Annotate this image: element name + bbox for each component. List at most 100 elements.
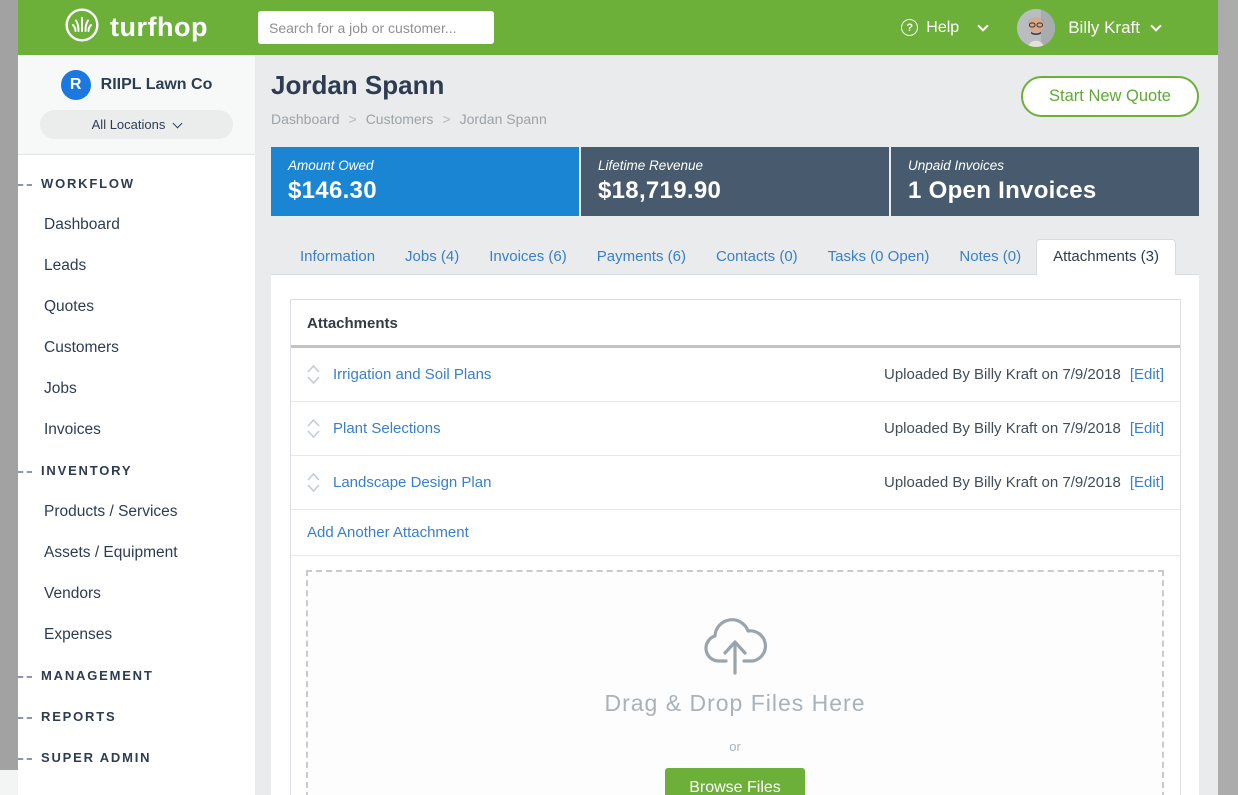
stats-bar: Amount Owed $146.30 Lifetime Revenue $18… bbox=[271, 147, 1199, 216]
nav-section-reports[interactable]: REPORTS bbox=[18, 696, 255, 737]
attachment-row: Landscape Design Plan Uploaded By Billy … bbox=[291, 456, 1180, 510]
attachment-row: Irrigation and Soil Plans Uploaded By Bi… bbox=[291, 348, 1180, 402]
attachment-row: Plant Selections Uploaded By Billy Kraft… bbox=[291, 402, 1180, 456]
nav-section-label: MANAGEMENT bbox=[41, 668, 154, 683]
sidebar-item-quotes[interactable]: Quotes bbox=[18, 286, 255, 327]
nav-section-inventory[interactable]: INVENTORY bbox=[18, 450, 255, 491]
dropzone-or-label: or bbox=[729, 739, 741, 754]
tab-notes[interactable]: Notes (0) bbox=[944, 241, 1036, 274]
tab-tasks[interactable]: Tasks (0 Open) bbox=[813, 241, 945, 274]
reorder-controls bbox=[307, 473, 320, 492]
attachment-link[interactable]: Plant Selections bbox=[333, 420, 441, 437]
sidebar-nav: WORKFLOW Dashboard Leads Quotes Customer… bbox=[18, 155, 255, 778]
sidebar-item-products-services[interactable]: Products / Services bbox=[18, 491, 255, 532]
nav-section-label: REPORTS bbox=[41, 709, 116, 724]
upload-cloud-icon bbox=[696, 615, 774, 680]
edit-link[interactable]: [Edit] bbox=[1130, 366, 1164, 383]
stat-label: Unpaid Invoices bbox=[908, 158, 1182, 173]
main-content: Jordan Spann Dashboard > Customers > Jor… bbox=[255, 55, 1218, 795]
nav-section-label: INVENTORY bbox=[41, 463, 132, 478]
nav-section-workflow[interactable]: WORKFLOW bbox=[18, 163, 255, 204]
page-header: Jordan Spann Dashboard > Customers > Jor… bbox=[271, 55, 1199, 147]
sidebar-item-vendors[interactable]: Vendors bbox=[18, 573, 255, 614]
turfhop-logo-icon bbox=[64, 7, 100, 48]
help-icon: ? bbox=[901, 19, 918, 36]
window-edge-left-bottom bbox=[0, 770, 18, 795]
chevron-down-icon[interactable] bbox=[1150, 20, 1161, 31]
attachments-card-title: Attachments bbox=[291, 300, 1180, 348]
company-name: RIIPL Lawn Co bbox=[101, 76, 213, 94]
tab-information[interactable]: Information bbox=[285, 241, 390, 274]
reorder-controls bbox=[307, 419, 320, 438]
stat-label: Amount Owed bbox=[288, 158, 562, 173]
tab-bar: Information Jobs (4) Invoices (6) Paymen… bbox=[271, 239, 1199, 274]
start-new-quote-button[interactable]: Start New Quote bbox=[1021, 76, 1199, 117]
breadcrumb-current: Jordan Spann bbox=[460, 111, 547, 127]
tab-attachments[interactable]: Attachments (3) bbox=[1036, 239, 1176, 275]
stat-label: Lifetime Revenue bbox=[598, 158, 872, 173]
file-dropzone[interactable]: Drag & Drop Files Here or Browse Files bbox=[306, 570, 1164, 795]
stat-value: $18,719.90 bbox=[598, 177, 872, 205]
stat-amount-owed: Amount Owed $146.30 bbox=[271, 147, 579, 216]
avatar[interactable] bbox=[1017, 9, 1055, 47]
scrollbar-track[interactable] bbox=[1218, 0, 1238, 795]
dash-icon bbox=[18, 758, 32, 760]
chevron-up-icon[interactable] bbox=[307, 419, 320, 427]
brand[interactable]: turfhop bbox=[64, 7, 249, 48]
user-name[interactable]: Billy Kraft bbox=[1068, 18, 1140, 38]
chevron-down-icon[interactable] bbox=[307, 484, 320, 492]
uploaded-by-text: Uploaded By Billy Kraft on 7/9/2018 bbox=[884, 420, 1121, 437]
help-label: Help bbox=[926, 19, 959, 37]
brand-name: turfhop bbox=[110, 12, 208, 43]
dropzone-title: Drag & Drop Files Here bbox=[604, 690, 865, 717]
dash-icon bbox=[18, 184, 32, 186]
attachment-link[interactable]: Irrigation and Soil Plans bbox=[333, 366, 491, 383]
sidebar-item-leads[interactable]: Leads bbox=[18, 245, 255, 286]
sidebar-item-invoices[interactable]: Invoices bbox=[18, 409, 255, 450]
sidebar-item-expenses[interactable]: Expenses bbox=[18, 614, 255, 655]
edit-link[interactable]: [Edit] bbox=[1130, 420, 1164, 437]
breadcrumb-dashboard[interactable]: Dashboard bbox=[271, 111, 340, 127]
tab-payments[interactable]: Payments (6) bbox=[582, 241, 701, 274]
nav-section-super-admin[interactable]: SUPER ADMIN bbox=[18, 737, 255, 778]
browse-files-button[interactable]: Browse Files bbox=[665, 768, 805, 795]
tab-jobs[interactable]: Jobs (4) bbox=[390, 241, 474, 274]
sidebar-item-customers[interactable]: Customers bbox=[18, 327, 255, 368]
chevron-down-icon[interactable] bbox=[307, 376, 320, 384]
company-row[interactable]: R RIIPL Lawn Co bbox=[61, 70, 213, 100]
locations-label: All Locations bbox=[92, 117, 166, 132]
tab-contacts[interactable]: Contacts (0) bbox=[701, 241, 813, 274]
chevron-up-icon[interactable] bbox=[307, 473, 320, 481]
edit-link[interactable]: [Edit] bbox=[1130, 474, 1164, 491]
stat-unpaid-invoices: Unpaid Invoices 1 Open Invoices bbox=[891, 147, 1199, 216]
uploaded-by-text: Uploaded By Billy Kraft on 7/9/2018 bbox=[884, 366, 1121, 383]
tab-invoices[interactable]: Invoices (6) bbox=[474, 241, 582, 274]
tab-panel: Attachments Irrigation and Soil Plans Up… bbox=[271, 274, 1199, 795]
sidebar-item-assets-equipment[interactable]: Assets / Equipment bbox=[18, 532, 255, 573]
stat-value: $146.30 bbox=[288, 177, 562, 205]
chevron-down-icon[interactable] bbox=[307, 430, 320, 438]
sidebar-item-dashboard[interactable]: Dashboard bbox=[18, 204, 255, 245]
dash-icon bbox=[18, 676, 32, 678]
nav-section-management[interactable]: MANAGEMENT bbox=[18, 655, 255, 696]
attachments-card: Attachments Irrigation and Soil Plans Up… bbox=[290, 299, 1181, 795]
chevron-up-icon[interactable] bbox=[307, 365, 320, 373]
global-search bbox=[258, 11, 494, 44]
nav-section-label: WORKFLOW bbox=[41, 176, 135, 191]
dash-icon bbox=[18, 717, 32, 719]
locations-dropdown[interactable]: All Locations bbox=[40, 110, 233, 139]
sidebar-item-jobs[interactable]: Jobs bbox=[18, 368, 255, 409]
sidebar: R RIIPL Lawn Co All Locations WORKFLOW D… bbox=[18, 55, 255, 795]
window-edge-left bbox=[0, 0, 18, 770]
nav-section-label: SUPER ADMIN bbox=[41, 750, 151, 765]
attachment-link[interactable]: Landscape Design Plan bbox=[333, 474, 491, 491]
add-another-attachment-link[interactable]: Add Another Attachment bbox=[291, 510, 1180, 556]
search-input[interactable] bbox=[258, 11, 494, 44]
company-logo: R bbox=[61, 70, 91, 100]
chevron-down-icon bbox=[978, 20, 989, 31]
stat-lifetime-revenue: Lifetime Revenue $18,719.90 bbox=[581, 147, 889, 216]
breadcrumb-separator: > bbox=[349, 111, 357, 127]
chevron-down-icon bbox=[173, 118, 183, 128]
help-menu[interactable]: ? Help bbox=[901, 19, 987, 37]
breadcrumb-customers[interactable]: Customers bbox=[366, 111, 434, 127]
